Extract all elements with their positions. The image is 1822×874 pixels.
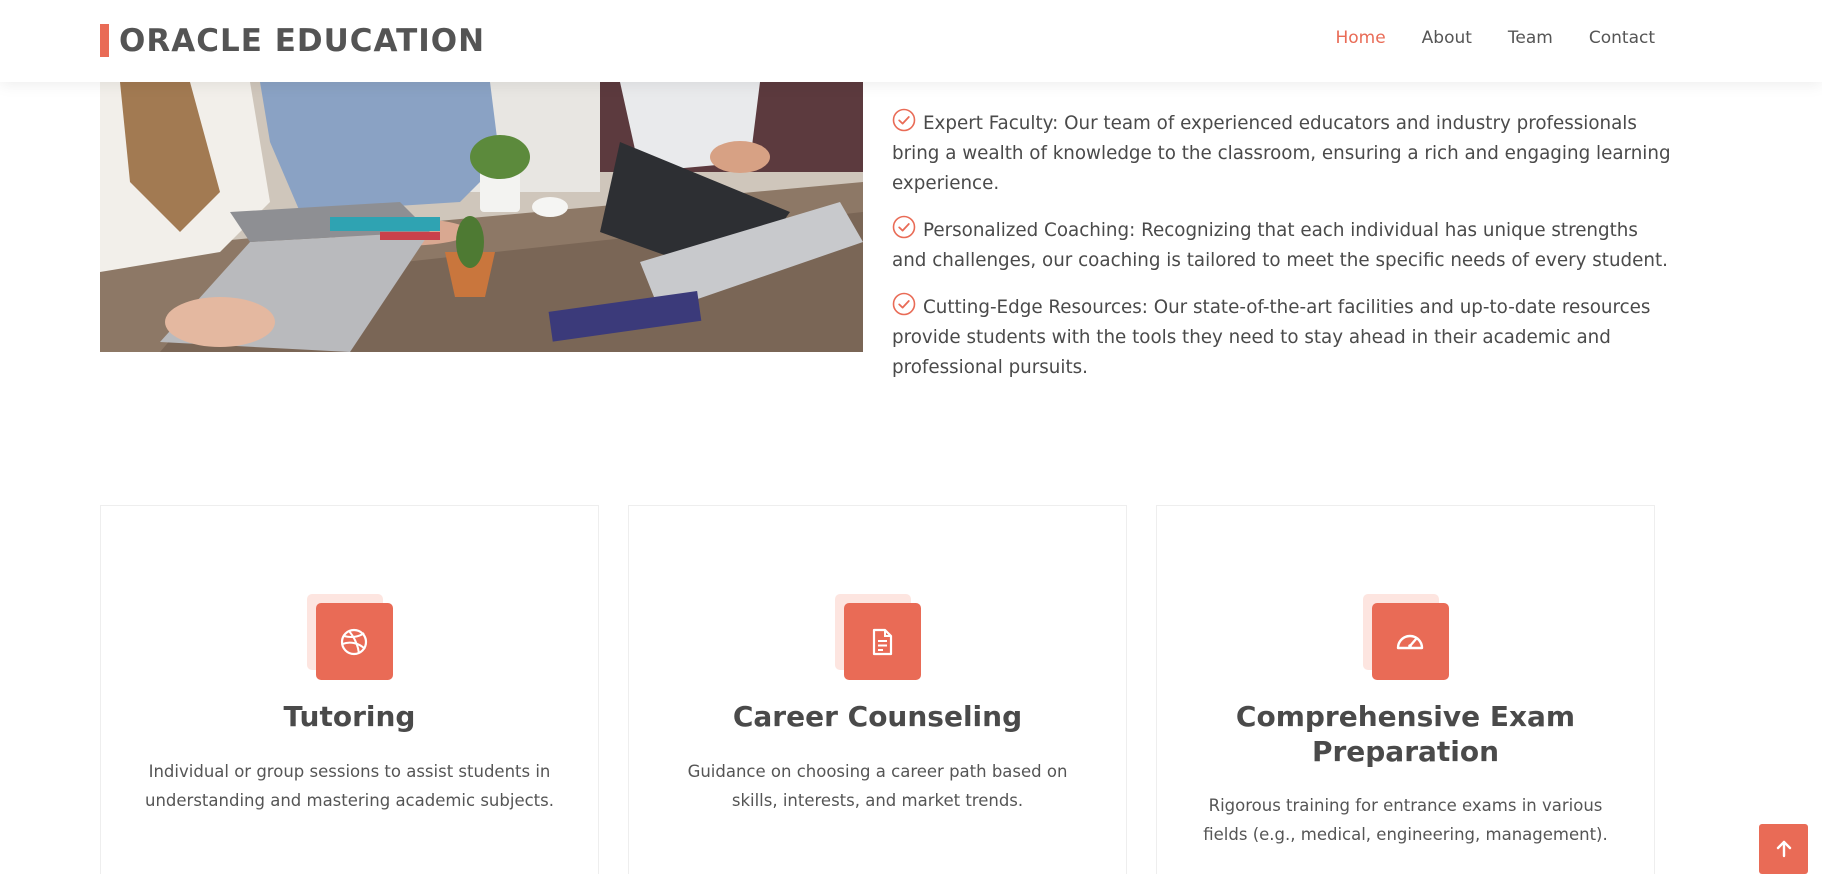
arrow-up-icon (1776, 840, 1791, 858)
service-description: Guidance on choosing a career path based… (687, 762, 1068, 810)
nav-home[interactable]: Home (1335, 28, 1385, 48)
check-circle-icon (892, 215, 916, 239)
feature-item: Cutting-Edge Resources: Our state-of-the… (892, 292, 1672, 383)
file-text-icon (872, 628, 893, 655)
service-icon-box (834, 594, 921, 680)
service-card-tutoring[interactable]: Tutoring Individual or group sessions to… (100, 505, 599, 874)
feature-text: Cutting-Edge Resources: Our state-of-the… (892, 297, 1651, 378)
main-nav: Home About Team Contact (1299, 28, 1655, 48)
service-card-exam-preparation[interactable]: Comprehensive Exam Preparation Rigorous … (1156, 505, 1655, 874)
service-description: Rigorous training for entrance exams in … (1203, 796, 1608, 844)
features-list: Expert Faculty: Our team of experienced … (892, 108, 1672, 399)
site-header: ORACLE EDUCATION Home About Team Contact (0, 0, 1822, 82)
service-title: Comprehensive Exam Preparation (1235, 700, 1576, 768)
logo-text: ORACLE EDUCATION (119, 22, 486, 59)
nav-team[interactable]: Team (1508, 28, 1553, 48)
feature-text: Personalized Coaching: Recognizing that … (892, 220, 1668, 271)
nav-contact[interactable]: Contact (1589, 28, 1655, 48)
nav-about[interactable]: About (1422, 28, 1472, 48)
dribbble-icon (340, 628, 368, 655)
feature-item: Expert Faculty: Our team of experienced … (892, 108, 1672, 199)
service-title: Career Counseling (732, 700, 1023, 733)
classroom-photo (100, 82, 863, 352)
service-description: Individual or group sessions to assist s… (145, 762, 554, 810)
speedometer-icon (1396, 634, 1424, 649)
logo[interactable]: ORACLE EDUCATION (100, 22, 486, 59)
check-circle-icon (892, 292, 916, 316)
back-to-top-button[interactable] (1759, 824, 1808, 874)
feature-item: Personalized Coaching: Recognizing that … (892, 215, 1672, 276)
service-card-career-counseling[interactable]: Career Counseling Guidance on choosing a… (628, 505, 1127, 874)
service-title: Tutoring (283, 700, 416, 733)
feature-text: Expert Faculty: Our team of experienced … (892, 113, 1671, 194)
logo-bar (100, 24, 109, 57)
check-circle-icon (892, 108, 916, 132)
service-icon-box (306, 594, 393, 680)
service-icon-box (1362, 594, 1449, 680)
